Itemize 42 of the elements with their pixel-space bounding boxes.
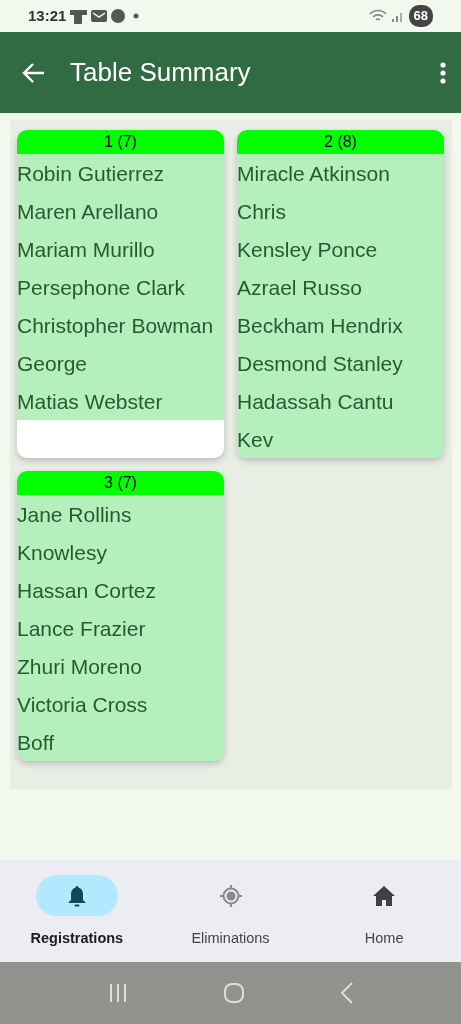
player-name: Christopher Bowman <box>17 313 215 339</box>
battery-level: 68 <box>408 5 433 27</box>
player-name: George <box>17 351 89 377</box>
table-header: 1 (7) <box>17 130 224 154</box>
bell-icon <box>66 884 87 907</box>
player-name: Zhuri Moreno <box>17 654 143 680</box>
nav-tab[interactable]: Home <box>307 860 461 962</box>
player-name: Azrael Russo <box>237 275 363 301</box>
player-name: Victoria Cross <box>17 692 149 718</box>
player-name: Boff <box>17 730 55 756</box>
more-options-icon[interactable] <box>439 60 447 85</box>
player-name: Beckham Hendrix <box>237 313 404 339</box>
home-button-icon[interactable] <box>222 982 245 1004</box>
status-time: 13:21 <box>28 5 67 26</box>
back-icon[interactable] <box>339 982 354 1004</box>
player-name: Miracle Atkinson <box>237 161 391 187</box>
player-name: Kev <box>237 427 275 453</box>
nav-tab[interactable]: Eliminations <box>153 860 308 962</box>
player-name: Lance Frazier <box>17 616 147 642</box>
player-name: Persephone Clark <box>17 275 187 301</box>
home-icon <box>372 884 397 907</box>
player-name: Mariam Murillo <box>17 237 156 263</box>
back-arrow-icon[interactable] <box>22 60 46 85</box>
table-header: 3 (7) <box>17 471 224 495</box>
wifi-icon <box>368 9 387 23</box>
mail-icon <box>91 10 108 22</box>
player-name: Hadassah Cantu <box>237 389 395 415</box>
target-icon <box>218 883 243 908</box>
signal-icon <box>390 10 405 22</box>
player-name: Matias Webster <box>17 389 164 415</box>
player-name: Chris <box>237 199 287 225</box>
recent-apps-icon[interactable] <box>107 983 128 1003</box>
player-name: Robin Gutierrez <box>17 161 166 187</box>
screen-title: Table Summary <box>70 56 252 89</box>
player-name: Knowlesy <box>17 540 108 566</box>
player-name: Hassan Cortez <box>17 578 157 604</box>
table-header: 2 (8) <box>237 130 444 154</box>
player-name: Kensley Ponce <box>237 237 379 263</box>
nav-tab[interactable]: Registrations <box>0 860 154 962</box>
player-name: Maren Arellano <box>17 199 160 225</box>
player-name: Desmond Stanley <box>237 351 404 377</box>
player-name: Jane Rollins <box>17 502 133 528</box>
